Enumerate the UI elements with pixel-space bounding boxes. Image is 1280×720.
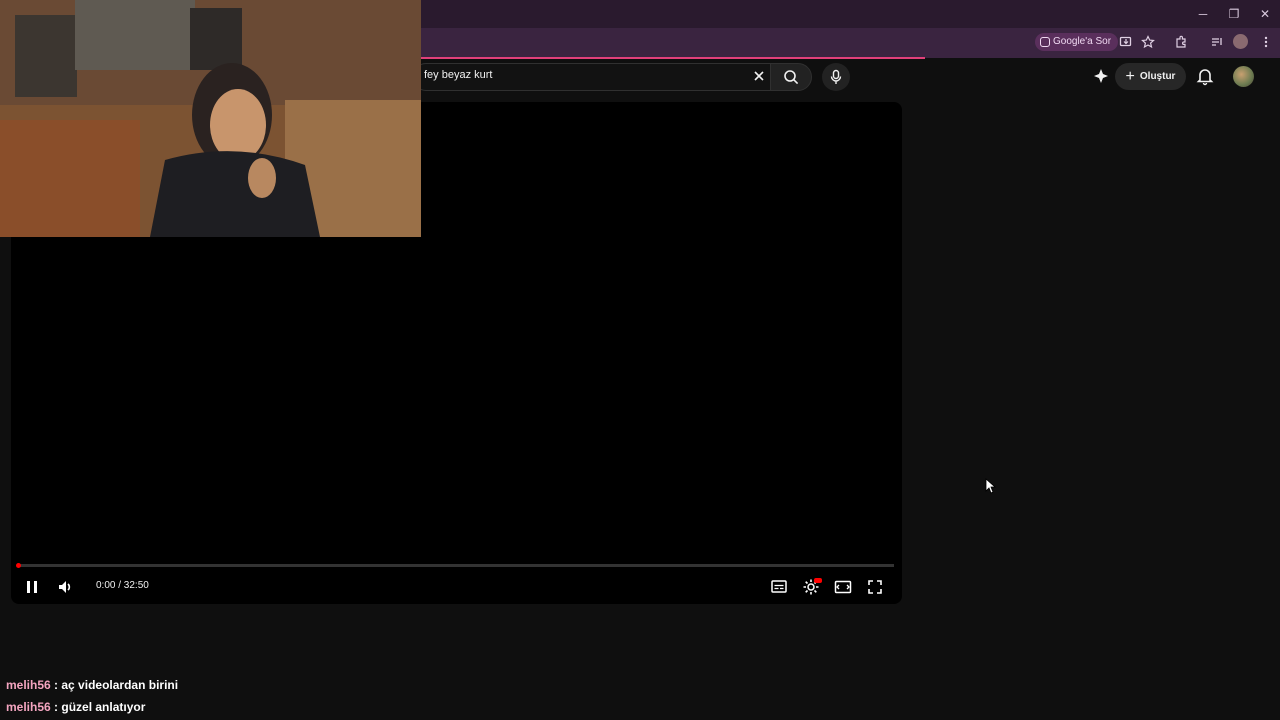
bookmark-star-icon[interactable] [1141,35,1155,49]
extensions-puzzle-icon[interactable] [1174,35,1188,49]
notifications-bell-icon[interactable] [1195,66,1215,86]
search-input[interactable]: fey beyaz kurt [424,69,492,81]
browser-menu-icon[interactable] [1259,35,1273,49]
chat-username: melih56 [6,700,51,714]
chat-message: melih56 : güzel anlatıyor [6,700,146,714]
install-app-icon[interactable] [1119,35,1133,49]
ai-sparkle-icon[interactable] [1091,66,1111,86]
create-button[interactable]: + Oluştur [1115,63,1186,90]
restore-button[interactable]: ❐ [1225,6,1243,22]
webcam-overlay [0,0,421,237]
time-display: 0:00 / 32:50 [96,580,149,591]
page-load-indicator [420,57,925,59]
voice-search-button[interactable] [822,63,850,91]
create-label: Oluştur [1139,71,1176,82]
chat-text: aç videolardan birini [61,678,179,692]
subtitles-icon [771,580,787,593]
chat-username: melih56 [6,678,51,692]
search-icon [784,70,799,85]
gear-icon [803,578,822,595]
lens-icon [1040,37,1050,47]
volume-icon [59,581,71,593]
minimize-button[interactable]: ─ [1194,6,1212,22]
account-avatar[interactable] [1233,66,1254,87]
theater-mode-icon [834,580,852,594]
pause-icon [27,581,37,593]
fullscreen-button[interactable] [864,576,886,598]
ask-google-chip[interactable]: Google'a Sor [1035,33,1119,51]
mute-button[interactable] [54,576,76,598]
clear-search-icon[interactable] [750,66,768,86]
browser-profile-avatar[interactable] [1233,34,1248,49]
close-window-button[interactable]: ✕ [1256,6,1274,22]
fullscreen-icon [868,580,882,594]
mouse-cursor-icon [985,478,997,499]
ask-google-label: Google'a Sor [1053,36,1112,47]
progress-scrubber[interactable] [16,563,21,568]
theater-mode-button[interactable] [832,576,854,598]
subtitles-button[interactable] [768,576,790,598]
progress-bar[interactable] [18,564,894,567]
chat-text: güzel anlatıyor [61,700,146,714]
media-queue-icon[interactable] [1210,35,1224,49]
microphone-icon [830,69,842,84]
search-button[interactable] [770,63,812,91]
webcam-feed [0,0,421,237]
chat-message: melih56 : aç videolardan birini [6,678,179,692]
settings-button[interactable] [800,576,822,598]
pause-button[interactable] [21,576,43,598]
plus-icon: + [1125,67,1135,85]
